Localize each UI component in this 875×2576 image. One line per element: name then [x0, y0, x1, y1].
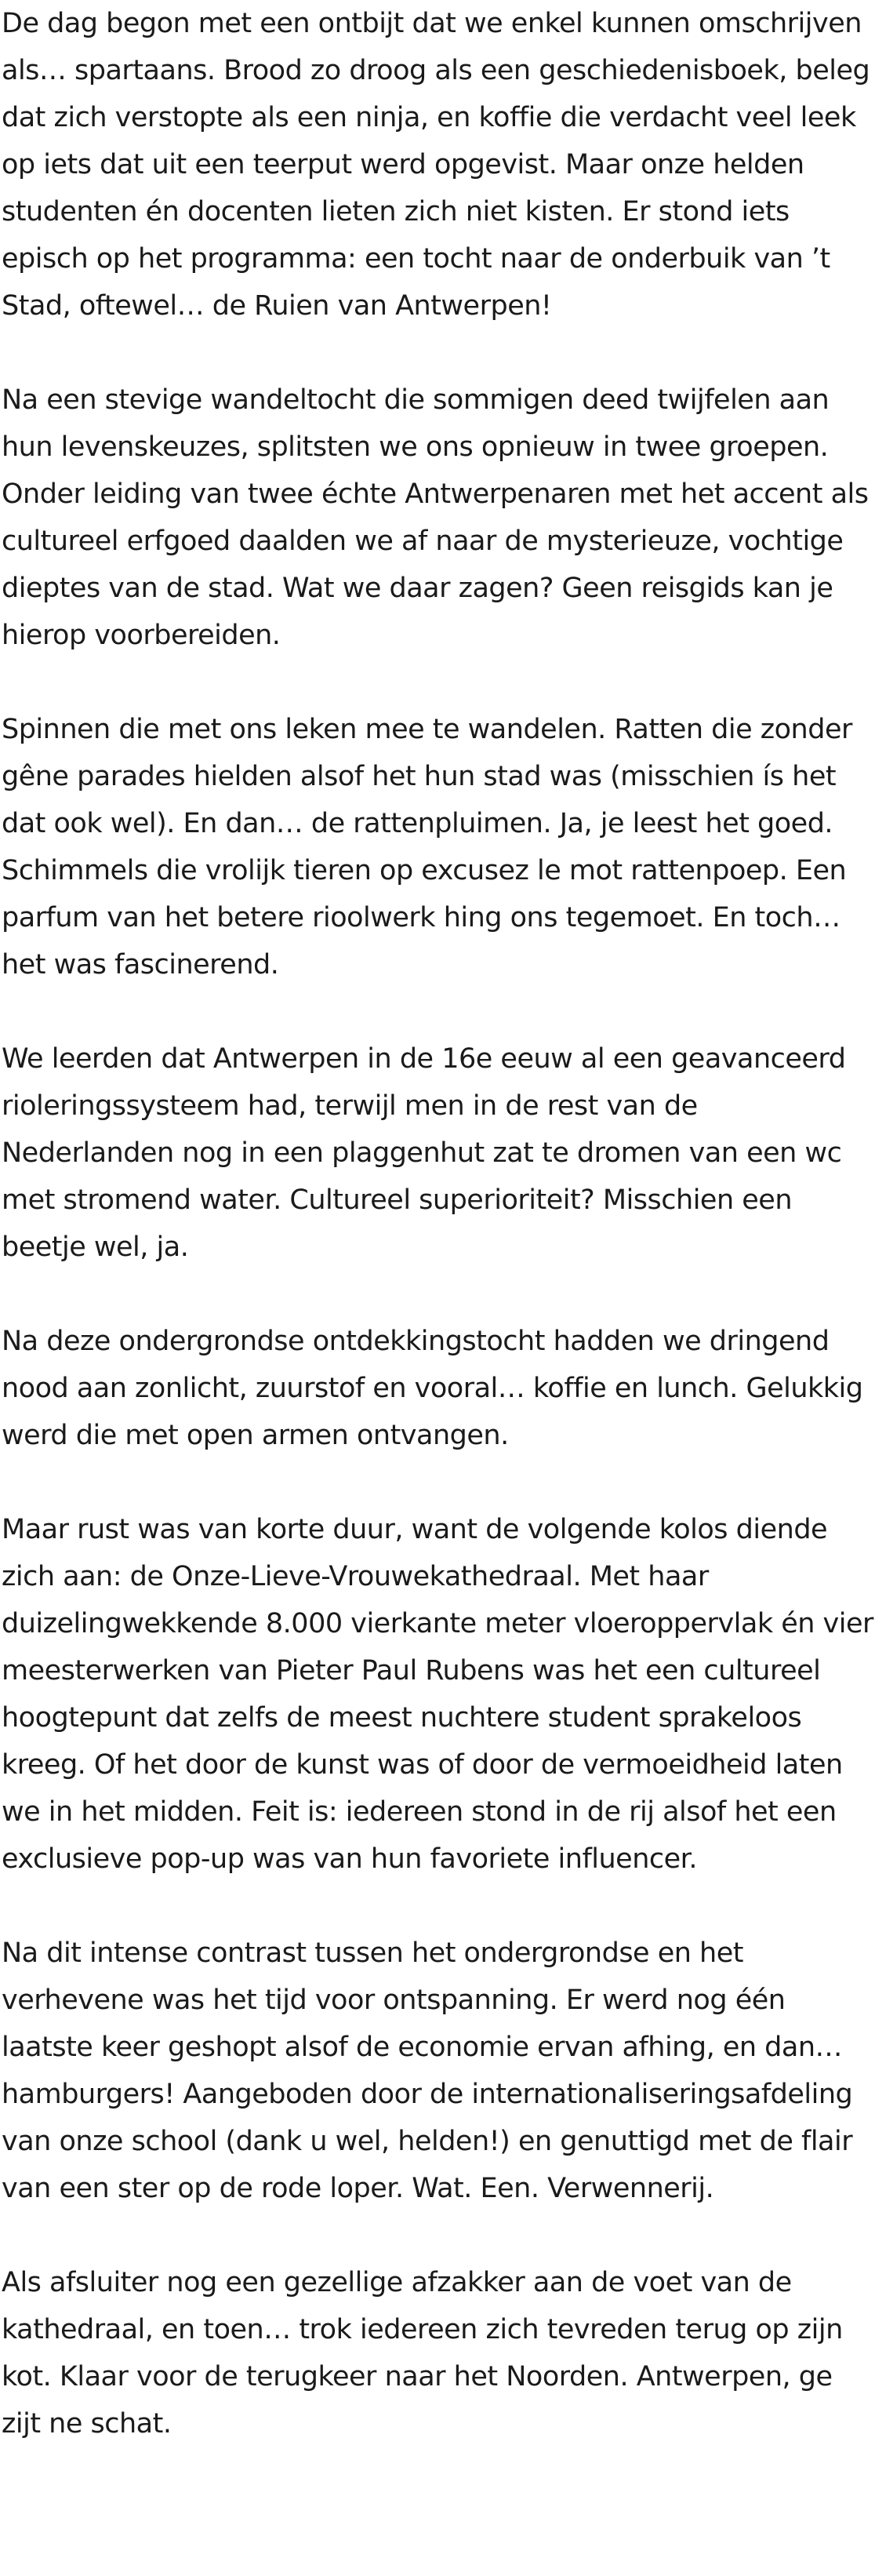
paragraph-breakfast: De dag begon met een ontbijt dat we enke… — [2, 8, 870, 322]
paragraph-descent: Na een stevige wandeltocht die sommigen … — [2, 384, 869, 651]
paragraph-rats: Spinnen die met ons leken mee te wandele… — [2, 714, 852, 981]
paragraph-shopping: Na dit intense contrast tussen het onder… — [2, 1937, 853, 2204]
paragraph-cathedral: Maar rust was van korte duur, want de vo… — [2, 1514, 873, 1875]
article-body: De dag begon met een ontbijt dat we enke… — [0, 0, 875, 2447]
paragraph-lunch: Na deze ondergrondse ontdekkingstocht ha… — [2, 1326, 863, 1451]
paragraph-closing: Als afsluiter nog een gezellige afzakker… — [2, 2267, 843, 2440]
paragraph-sewer-history: We leerden dat Antwerpen in de 16e eeuw … — [2, 1043, 846, 1263]
